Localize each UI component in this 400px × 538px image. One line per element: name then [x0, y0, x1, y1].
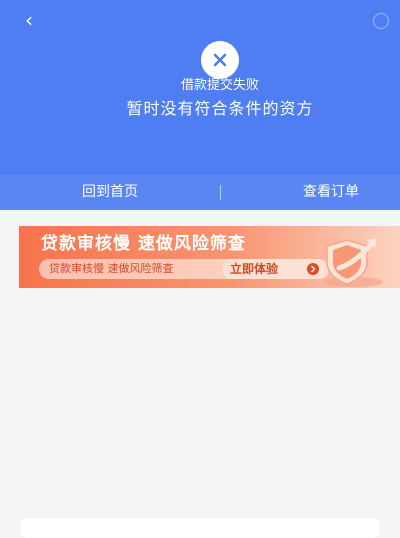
- risk-screening-banner[interactable]: 贷款审核慢 速做风险筛查 贷款审核慢 速做风险筛查 立即体验: [19, 226, 400, 288]
- try-now-label: 立即体验: [230, 262, 279, 276]
- back-arrow-icon: ‹: [25, 8, 33, 32]
- bottom-card: [20, 518, 380, 538]
- back-to-home-button[interactable]: 回到首页: [0, 175, 220, 210]
- status-title: 借款提交失败: [180, 78, 259, 93]
- status-subtitle: 暂时没有符合条件的资方: [126, 99, 314, 118]
- action-bar: 回到首页 查看订单: [0, 175, 400, 210]
- help-icon[interactable]: [373, 13, 389, 29]
- back-button[interactable]: ‹: [18, 9, 40, 31]
- try-now-button[interactable]: 立即体验: [222, 259, 327, 279]
- result-header: ‹ 借款提交失败 暂时没有符合条件的资方: [0, 0, 400, 175]
- close-icon: [213, 53, 227, 67]
- banner-title: 贷款审核慢 速做风险筛查: [41, 234, 246, 254]
- status-icon: [201, 41, 239, 79]
- shield-arrow-icon: [323, 238, 383, 287]
- view-orders-button[interactable]: 查看订单: [221, 175, 400, 210]
- banner-subtitle: 贷款审核慢 速做风险筛查: [49, 262, 174, 275]
